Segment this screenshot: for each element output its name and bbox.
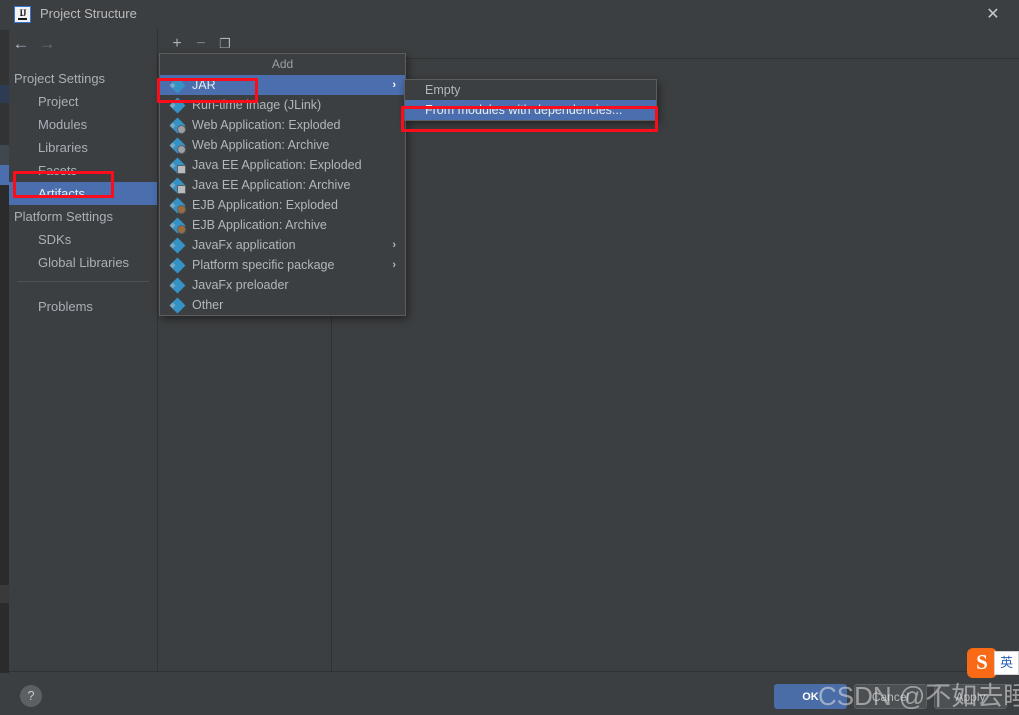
other-artifact-icon <box>169 297 186 314</box>
menu-item-ejb-application-archive[interactable]: EJB Application: Archive <box>160 215 405 235</box>
page-title: Project Structure <box>40 6 137 21</box>
menu-item-label: Run-time image (JLink) <box>192 98 322 112</box>
jar-submenu: Empty From modules with dependencies... <box>404 79 657 121</box>
sidebar-item-modules[interactable]: Modules <box>9 113 157 136</box>
nav-group-project-settings: Project Settings <box>14 71 106 86</box>
platform-package-icon <box>169 257 186 274</box>
sidebar-item-problems[interactable]: Problems <box>9 295 157 318</box>
menu-item-label: Web Application: Exploded <box>192 118 341 132</box>
menu-item-label: Java EE Application: Archive <box>192 178 351 192</box>
sogou-ime-indicator[interactable]: S 英 <box>967 648 1019 678</box>
menu-item-label: Platform specific package <box>192 258 335 272</box>
menu-item-empty[interactable]: Empty <box>405 80 656 100</box>
ide-background-sliver <box>0 0 9 715</box>
menu-item-label: Other <box>192 298 224 312</box>
chevron-right-icon: › <box>392 79 396 91</box>
menu-item-label: From modules with dependencies... <box>425 103 623 117</box>
javafx-application-icon <box>169 237 186 254</box>
menu-item-platform-specific-package[interactable]: Platform specific package › <box>160 255 405 275</box>
menu-item-web-application-exploded[interactable]: Web Application: Exploded <box>160 115 405 135</box>
add-artifact-button[interactable]: + <box>166 33 188 54</box>
sidebar-item-project[interactable]: Project <box>9 90 157 113</box>
remove-artifact-button[interactable]: − <box>190 33 212 54</box>
title-bar: IJ Project Structure ✕ <box>9 0 1019 30</box>
menu-item-label: Java EE Application: Exploded <box>192 158 362 172</box>
navigation-history-bar: ← → <box>9 29 157 58</box>
help-button[interactable]: ? <box>20 685 42 707</box>
menu-item-ejb-application-exploded[interactable]: EJB Application: Exploded <box>160 195 405 215</box>
menu-item-label: JavaFx application <box>192 238 296 252</box>
menu-item-javaee-application-archive[interactable]: Java EE Application: Archive <box>160 175 405 195</box>
menu-item-label: JAR <box>192 78 216 92</box>
ok-button[interactable]: OK <box>774 684 847 709</box>
nav-divider <box>17 281 149 282</box>
intellij-idea-icon: IJ <box>14 6 31 23</box>
runtime-image-icon <box>169 97 186 114</box>
menu-item-label: JavaFx preloader <box>192 278 289 292</box>
menu-item-from-modules-with-dependencies[interactable]: From modules with dependencies... <box>405 100 656 120</box>
menu-item-javafx-preloader[interactable]: JavaFx preloader <box>160 275 405 295</box>
copy-artifact-button[interactable]: ❐ <box>214 33 236 54</box>
sidebar-item-global-libraries[interactable]: Global Libraries <box>9 251 157 274</box>
menu-item-label: EJB Application: Archive <box>192 218 327 232</box>
ejb-app-exploded-icon <box>169 197 186 214</box>
forward-arrow-icon[interactable]: → <box>36 34 58 54</box>
back-arrow-icon[interactable]: ← <box>10 34 32 54</box>
sidebar-item-libraries[interactable]: Libraries <box>9 136 157 159</box>
ejb-app-archive-icon <box>169 217 186 234</box>
web-app-exploded-icon <box>169 117 186 134</box>
menu-item-web-application-archive[interactable]: Web Application: Archive <box>160 135 405 155</box>
nav-group-platform-settings: Platform Settings <box>14 209 113 224</box>
menu-item-label: Empty <box>425 83 461 97</box>
javaee-app-archive-icon <box>169 177 186 194</box>
dialog-footer: ? OK Cancel Apply <box>9 671 1019 715</box>
menu-item-jar[interactable]: JAR › <box>160 75 405 95</box>
javafx-preloader-icon <box>169 277 186 294</box>
menu-item-label: Web Application: Archive <box>192 138 330 152</box>
close-icon[interactable]: ✕ <box>973 0 1013 29</box>
menu-item-label: EJB Application: Exploded <box>192 198 338 212</box>
apply-button[interactable]: Apply <box>934 684 1007 709</box>
menu-item-javafx-application[interactable]: JavaFx application › <box>160 235 405 255</box>
javaee-app-exploded-icon <box>169 157 186 174</box>
add-artifact-popup-menu: Add JAR › Run-time image (JLink) Web App… <box>159 53 406 316</box>
cancel-button[interactable]: Cancel <box>854 684 927 709</box>
menu-item-run-time-image[interactable]: Run-time image (JLink) <box>160 95 405 115</box>
chevron-right-icon: › <box>392 259 396 271</box>
sidebar-item-facets[interactable]: Facets <box>9 159 157 182</box>
settings-navigation-pane: ← → Project Settings Project Modules Lib… <box>9 29 158 671</box>
web-app-archive-icon <box>169 137 186 154</box>
jar-icon <box>169 77 186 94</box>
project-structure-dialog: IJ Project Structure ✕ ← → Project Setti… <box>0 0 1019 715</box>
artifact-detail-pane <box>332 29 1019 671</box>
sidebar-item-sdks[interactable]: SDKs <box>9 228 157 251</box>
ime-mode-label[interactable]: 英 <box>994 651 1019 675</box>
artifact-detail-toolbar <box>332 29 1019 59</box>
menu-item-other[interactable]: Other <box>160 295 405 315</box>
chevron-right-icon: › <box>392 239 396 251</box>
popup-menu-title: Add <box>160 54 405 75</box>
sogou-logo-icon: S <box>967 648 997 678</box>
sidebar-item-artifacts[interactable]: Artifacts <box>9 182 157 205</box>
menu-item-javaee-application-exploded[interactable]: Java EE Application: Exploded <box>160 155 405 175</box>
